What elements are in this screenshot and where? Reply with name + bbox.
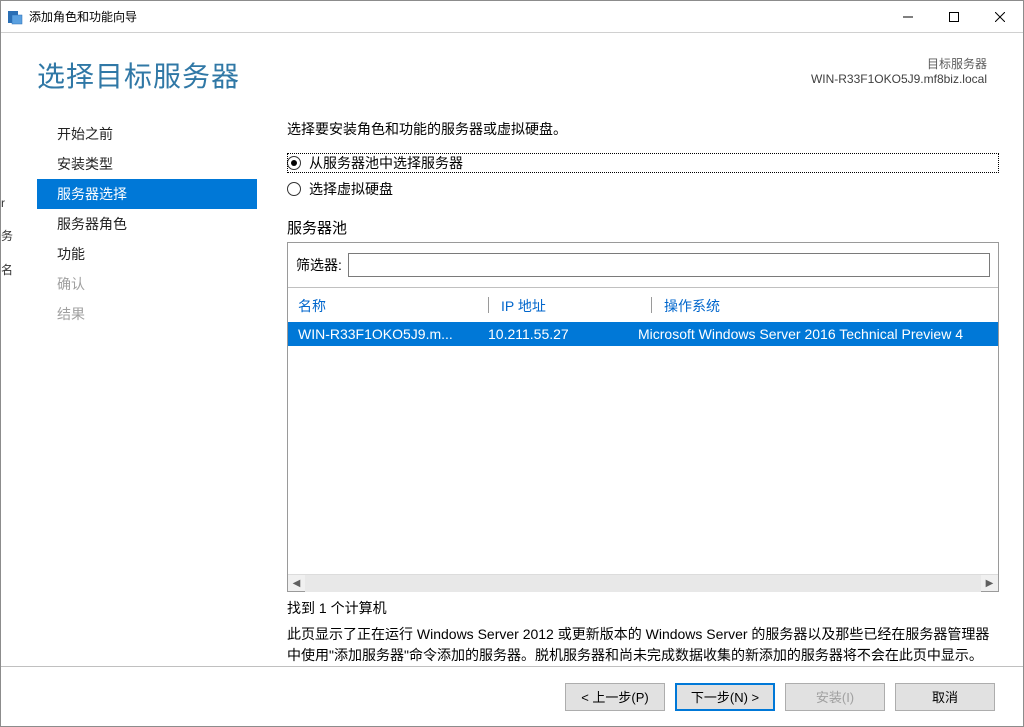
edge-stray-2: 务 bbox=[1, 227, 13, 244]
cell-ip: 10.211.55.27 bbox=[488, 326, 638, 342]
previous-button[interactable]: < 上一步(P) bbox=[565, 683, 665, 711]
radio-icon bbox=[287, 156, 301, 170]
app-icon bbox=[7, 9, 23, 25]
radio-label: 从服务器池中选择服务器 bbox=[309, 153, 463, 173]
sidebar-item-installation-type[interactable]: 安装类型 bbox=[37, 149, 257, 179]
description-text: 此页显示了正在运行 Windows Server 2012 或更新版本的 Win… bbox=[287, 624, 999, 666]
install-button: 安装(I) bbox=[785, 683, 885, 711]
edge-stray-1: r bbox=[1, 196, 5, 210]
target-radio-group: 从服务器池中选择服务器 选择虚拟硬盘 bbox=[287, 153, 999, 199]
horizontal-scrollbar[interactable]: ◀ ▶ bbox=[288, 574, 998, 591]
radio-label: 选择虚拟硬盘 bbox=[309, 179, 393, 199]
instruction-text: 选择要安装角色和功能的服务器或虚拟硬盘。 bbox=[287, 119, 999, 139]
radio-select-vhd[interactable]: 选择虚拟硬盘 bbox=[287, 179, 999, 199]
destination-block: 目标服务器 WIN-R33F1OKO5J9.mf8biz.local bbox=[811, 55, 987, 86]
column-headers: 名称 IP 地址 操作系统 bbox=[288, 288, 998, 322]
server-pool-label: 服务器池 bbox=[287, 217, 999, 238]
footer: < 上一步(P) 下一步(N) > 安装(I) 取消 bbox=[1, 666, 1023, 726]
sidebar-item-server-roles[interactable]: 服务器角色 bbox=[37, 209, 257, 239]
column-header-os[interactable]: 操作系统 bbox=[664, 296, 988, 316]
edge-stray-3: 名 bbox=[1, 261, 13, 278]
titlebar: 添加角色和功能向导 bbox=[1, 1, 1023, 33]
table-row[interactable]: WIN-R33F1OKO5J9.m... 10.211.55.27 Micros… bbox=[288, 322, 998, 346]
found-count: 找到 1 个计算机 bbox=[287, 598, 999, 618]
header: 选择目标服务器 目标服务器 WIN-R33F1OKO5J9.mf8biz.loc… bbox=[1, 33, 1023, 105]
sidebar: 开始之前 安装类型 服务器选择 服务器角色 功能 确认 结果 bbox=[37, 105, 257, 666]
filter-label: 筛选器: bbox=[296, 255, 342, 275]
sidebar-item-features[interactable]: 功能 bbox=[37, 239, 257, 269]
content-pane: 选择要安装角色和功能的服务器或虚拟硬盘。 从服务器池中选择服务器 选择虚拟硬盘 … bbox=[257, 105, 1023, 666]
column-header-ip[interactable]: IP 地址 bbox=[501, 296, 651, 316]
page-title: 选择目标服务器 bbox=[37, 55, 240, 95]
sidebar-item-results: 结果 bbox=[37, 299, 257, 329]
filter-input[interactable] bbox=[348, 253, 990, 277]
sidebar-item-confirmation: 确认 bbox=[37, 269, 257, 299]
cell-name: WIN-R33F1OKO5J9.m... bbox=[298, 326, 488, 342]
sidebar-item-server-selection[interactable]: 服务器选择 bbox=[37, 179, 257, 209]
maximize-button[interactable] bbox=[931, 1, 977, 33]
radio-select-from-pool[interactable]: 从服务器池中选择服务器 bbox=[287, 153, 999, 173]
radio-icon bbox=[287, 182, 301, 196]
destination-host: WIN-R33F1OKO5J9.mf8biz.local bbox=[811, 72, 987, 86]
scroll-right-icon[interactable]: ▶ bbox=[981, 575, 998, 592]
minimize-button[interactable] bbox=[885, 1, 931, 33]
window-title: 添加角色和功能向导 bbox=[29, 8, 137, 25]
column-header-name[interactable]: 名称 bbox=[298, 296, 488, 316]
destination-label: 目标服务器 bbox=[811, 55, 987, 72]
next-button[interactable]: 下一步(N) > bbox=[675, 683, 775, 711]
cancel-button[interactable]: 取消 bbox=[895, 683, 995, 711]
server-rows: WIN-R33F1OKO5J9.m... 10.211.55.27 Micros… bbox=[288, 322, 998, 574]
sidebar-item-before-you-begin[interactable]: 开始之前 bbox=[37, 119, 257, 149]
scroll-left-icon[interactable]: ◀ bbox=[288, 575, 305, 592]
server-pool-box: 筛选器: 名称 IP 地址 操作系统 WIN-R33F1OKO5J9.m... … bbox=[287, 242, 999, 592]
scroll-track[interactable] bbox=[305, 575, 981, 592]
cell-os: Microsoft Windows Server 2016 Technical … bbox=[638, 326, 988, 342]
wizard-window: r 务 名 添加角色和功能向导 选择目标服 bbox=[0, 0, 1024, 727]
close-button[interactable] bbox=[977, 1, 1023, 33]
